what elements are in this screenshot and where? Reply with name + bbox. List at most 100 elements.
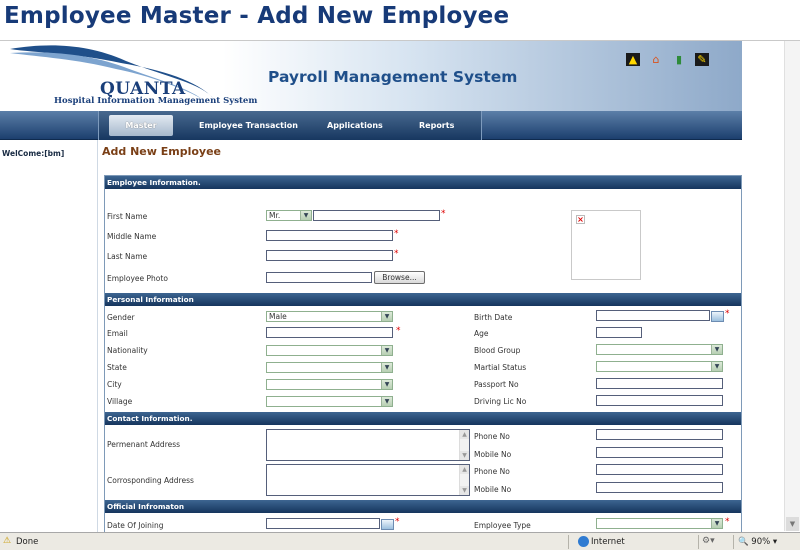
browse-button[interactable]: Browse... (374, 271, 425, 284)
header-toolbar: ▲ ⌂ ▮ ✎ (626, 53, 709, 66)
textarea-scrollbar[interactable]: ▲ ▼ (459, 465, 469, 495)
scroll-up-icon[interactable]: ▲ (460, 430, 469, 439)
section-contact-info: Contact Information. (105, 412, 741, 425)
marital-status-select[interactable]: ▼ (596, 361, 723, 372)
passport-label: Passport No (474, 380, 519, 389)
status-divider (698, 535, 699, 549)
gender-value: Male (269, 312, 287, 321)
city-select[interactable]: ▼ (266, 379, 393, 390)
section-official-info: Official Infromaton (105, 500, 741, 513)
corresponding-address-textarea[interactable]: ▲ ▼ (266, 464, 470, 496)
page-scrollbar[interactable]: ▼ (784, 41, 800, 531)
page-title: Add New Employee (102, 145, 222, 158)
required-mark: * (725, 309, 730, 319)
required-mark: * (396, 326, 401, 336)
browser-viewport: QUANTA Hospital Information Management S… (0, 40, 800, 550)
email-label: Email (107, 329, 128, 338)
birth-date-input[interactable] (596, 310, 710, 321)
calendar-icon[interactable] (711, 311, 724, 322)
last-name-input[interactable] (266, 250, 393, 261)
chevron-down-icon: ▼ (381, 397, 392, 406)
nationality-select[interactable]: ▼ (266, 345, 393, 356)
chevron-down-icon: ▼ (381, 380, 392, 389)
photo-preview: × (571, 210, 641, 280)
section-personal-info: Personal Information (105, 293, 741, 306)
city-label: City (107, 380, 122, 389)
blood-group-label: Blood Group (474, 346, 521, 355)
driving-license-label: Driving Lic No (474, 397, 527, 406)
required-mark: * (394, 249, 399, 259)
title-select[interactable]: Mr. ▼ (266, 210, 312, 221)
state-select[interactable]: ▼ (266, 362, 393, 373)
permanent-address-label: Permenant Address (107, 440, 181, 449)
scroll-up-icon[interactable]: ▲ (460, 465, 469, 474)
nav-item-employee-transaction[interactable]: Employee Transaction (199, 121, 298, 130)
driving-license-input[interactable] (596, 395, 723, 406)
nationality-label: Nationality (107, 346, 148, 355)
home-icon[interactable]: ⌂ (649, 53, 663, 66)
nav-item-reports[interactable]: Reports (419, 121, 454, 130)
zoom-value: 90% (751, 537, 771, 547)
scroll-down-icon[interactable]: ▼ (460, 486, 469, 495)
exit-door-icon[interactable]: ▮ (672, 53, 686, 66)
date-of-joining-input[interactable] (266, 518, 380, 529)
permanent-address-textarea[interactable]: ▲ ▼ (266, 429, 470, 461)
corr-mobile-input[interactable] (596, 482, 723, 493)
required-mark: * (725, 517, 730, 527)
nav-item-applications[interactable]: Applications (327, 121, 383, 130)
blood-group-select[interactable]: ▼ (596, 344, 723, 355)
corr-mobile-label: Mobile No (474, 485, 512, 494)
security-zone: Internet (575, 537, 625, 547)
app-title: Payroll Management System (268, 68, 518, 86)
date-of-joining-label: Date Of Joining (107, 521, 164, 530)
phone-input[interactable] (596, 429, 723, 440)
chevron-down-icon: ▼ (711, 362, 722, 371)
section-employee-info: Employee Information. (105, 176, 741, 189)
required-mark: * (394, 229, 399, 239)
chevron-down-icon: ▼ (381, 363, 392, 372)
warning-icon: ⚠ (3, 536, 12, 546)
slide-title-bar: Employee Master - Add New Employee (0, 0, 800, 40)
calendar-icon[interactable] (381, 519, 394, 530)
status-divider (733, 535, 734, 549)
email-input[interactable] (266, 327, 393, 338)
scroll-down-icon[interactable]: ▼ (786, 517, 799, 531)
state-label: State (107, 363, 127, 372)
logo-subtitle: Hospital Information Management System (54, 96, 258, 106)
nav-menu: Master Employee Transaction Applications… (98, 111, 482, 140)
corr-phone-input[interactable] (596, 464, 723, 475)
app-header: QUANTA Hospital Information Management S… (0, 41, 742, 111)
first-name-input[interactable] (313, 210, 440, 221)
passport-input[interactable] (596, 378, 723, 389)
required-mark: * (441, 209, 446, 219)
phone-label: Phone No (474, 432, 510, 441)
first-name-label: First Name (107, 212, 148, 221)
zoom-level[interactable]: 🔍 90% ▾ (738, 537, 777, 547)
slide-title: Employee Master - Add New Employee (4, 3, 510, 29)
employee-form: Employee Information. First Name Mr. ▼ *… (104, 175, 742, 550)
protected-mode-icon[interactable]: ⚙▾ (702, 536, 715, 546)
middle-name-label: Middle Name (107, 232, 157, 241)
mobile-input[interactable] (596, 447, 723, 458)
nav-item-master[interactable]: Master (109, 115, 173, 136)
employee-type-label: Employee Type (474, 521, 531, 530)
sidebar: WelCome:[bm] (0, 140, 98, 540)
status-divider (568, 535, 569, 549)
birth-date-label: Birth Date (474, 313, 513, 322)
village-select[interactable]: ▼ (266, 396, 393, 407)
scroll-down-icon[interactable]: ▼ (460, 451, 469, 460)
middle-name-input[interactable] (266, 230, 393, 241)
up-arrow-icon[interactable]: ▲ (626, 53, 640, 66)
marital-status-label: Martial Status (474, 363, 527, 372)
chevron-down-icon: ▼ (300, 211, 311, 220)
employee-type-select[interactable]: ▼ (596, 518, 723, 529)
gender-select[interactable]: Male ▼ (266, 311, 393, 322)
employee-photo-label: Employee Photo (107, 274, 168, 283)
textarea-scrollbar[interactable]: ▲ ▼ (459, 430, 469, 460)
age-input[interactable] (596, 327, 642, 338)
required-mark: * (395, 517, 400, 527)
age-label: Age (474, 329, 489, 338)
chevron-down-icon: ▼ (711, 519, 722, 528)
edit-icon[interactable]: ✎ (695, 53, 709, 66)
photo-path-input[interactable] (266, 272, 372, 283)
